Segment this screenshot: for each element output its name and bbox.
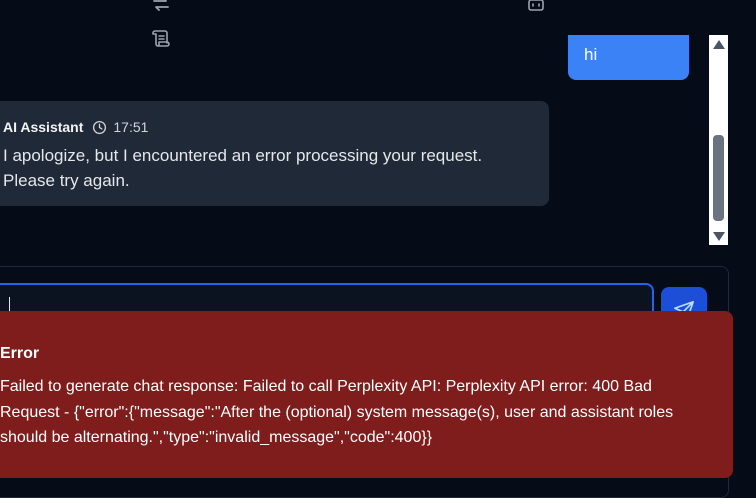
clock-icon [93, 120, 107, 134]
scroll-up-arrow[interactable] [713, 40, 725, 49]
user-message-text: hi [584, 45, 598, 64]
chat-messages: hi AI Assistant 17:51 I apologize, but I… [0, 30, 710, 245]
error-title: Error [0, 345, 40, 362]
scroll-down-arrow[interactable] [713, 232, 725, 241]
message-timestamp: 17:51 [92, 119, 148, 135]
repeat-icon[interactable] [151, 0, 171, 14]
error-toast[interactable]: Error Failed to generate chat response: … [0, 311, 733, 478]
message-header: AI Assistant 17:51 [3, 117, 549, 137]
timestamp-text: 17:51 [113, 119, 149, 135]
bot-icon[interactable] [526, 0, 546, 14]
error-message: Failed to generate chat response: Failed… [0, 378, 674, 446]
user-message: hi [568, 35, 689, 80]
chat-scrollbar[interactable] [709, 35, 728, 245]
sender-name: AI Assistant [3, 119, 84, 135]
assistant-message: AI Assistant 17:51 I apologize, but I en… [0, 101, 549, 206]
scroll-thumb[interactable] [713, 135, 724, 221]
assistant-message-text: I apologize, but I encountered an error … [3, 146, 483, 190]
